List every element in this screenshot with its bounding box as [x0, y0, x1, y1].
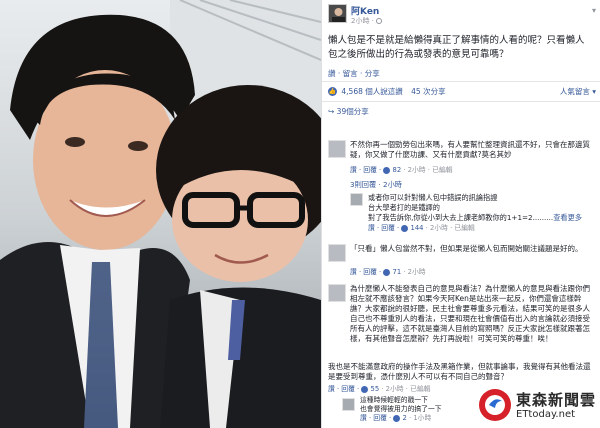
selfie-photo: [0, 0, 321, 428]
shares-count[interactable]: 45 次分享: [411, 87, 445, 96]
comment: 「只看」懶人包當然不對，但如果是從懶人包而開始關注議題是好的。 讚 · 回覆 ·…: [328, 244, 596, 280]
reply-actions[interactable]: 讚 · 回覆 ·: [368, 224, 401, 232]
reply-line: 對了我告訴你,你從小到大去上課老師教你的1+1=2.........查看更多: [368, 213, 594, 223]
watermark-name: 東森新聞雲: [516, 391, 597, 409]
commenter-avatar[interactable]: [328, 284, 346, 302]
view-replies[interactable]: 3則回覆 · 2小時: [350, 180, 402, 190]
actions-text[interactable]: 讚 · 留言 · 分享: [328, 69, 380, 78]
reply-meta: 讚 · 回覆 · 2 · 1小時: [360, 414, 478, 423]
like-icon: [401, 224, 409, 232]
comment-text: 不然你再一個勁勞包出來嗎，有人要幫忙整理資訊還不好，只會在那邊質疑，你又做了什麼…: [350, 140, 590, 159]
reply-avatar[interactable]: [350, 193, 363, 206]
comment-time: · 2小時 · 已編輯: [379, 385, 431, 393]
like-icon: [361, 385, 369, 393]
comment-actions[interactable]: 讚 · 回覆 ·: [350, 166, 383, 174]
reply-actions[interactable]: 讚 · 回覆 ·: [360, 414, 393, 422]
see-more-link[interactable]: 查看更多: [553, 213, 582, 222]
comment-time: · 2小時 · 已編輯: [401, 166, 453, 174]
reply-line-text: 對了我告訴你,你從小到大去上課老師教你的1+1=2.........: [368, 213, 554, 222]
shares-line-text[interactable]: 39個分享: [337, 107, 369, 116]
like-count: 144: [410, 224, 424, 232]
reply-meta: 讚 · 回覆 · 144 · 2小時 · 已編輯: [368, 223, 594, 233]
comment-meta: 讚 · 回覆 · 71 · 2小時: [350, 266, 426, 276]
reply-time: · 1小時: [406, 414, 432, 422]
comment-text: 我也是不能滿意政府的操作手法及黑箱作業，但就事論事，我覺得有其他看法還是要受到尊…: [328, 362, 591, 381]
like-icon: [383, 268, 391, 276]
comment-meta: 讚 · 回覆 · 55 · 2小時 · 已編輯: [328, 383, 430, 393]
reply-time: · 2小時 · 已編輯: [423, 224, 475, 232]
like-count: 82: [392, 166, 402, 174]
globe-icon: [375, 18, 382, 24]
reply-line: 或者你可以針對懶人包中錯誤的訊論指證: [368, 193, 498, 202]
divider: [322, 81, 600, 82]
facebook-post-panel: 阿Ken 2小時 · ▾ 懶人包是不是就是給懶得真正了解事情的人看的呢？只看懶人…: [321, 0, 600, 428]
top-comments-dropdown[interactable]: 人氣留言 ▾: [560, 86, 596, 97]
comment-time: · 2小時: [401, 268, 426, 276]
comment-actions[interactable]: 讚 · 回覆 ·: [328, 385, 361, 393]
comment-text: 「只看」懶人包當然不對，但如果是從懶人包而開始關注議題是好的。: [350, 244, 583, 253]
author-avatar[interactable]: [328, 4, 347, 23]
divider: [322, 101, 600, 102]
commenter-avatar[interactable]: [328, 244, 346, 262]
replies-label[interactable]: 3則回覆 · 2小時: [350, 180, 402, 189]
like-icon: [393, 414, 401, 422]
comment-meta: 讚 · 回覆 · 82 · 2小時 · 已編輯: [350, 164, 452, 174]
screenshot-root: 阿Ken 2小時 · ▾ 懶人包是不是就是給懶得真正了解事情的人看的呢？只看懶人…: [0, 0, 600, 428]
post-time: 2小時 ·: [351, 16, 382, 26]
comment: 為什麼懶人不能發表自己的意見與看法？為什麼懶人的意見與看法跟你們相左就不應該發言…: [328, 284, 596, 360]
like-count: 55: [370, 385, 380, 393]
likes-row: 👍 4,568 個人說這讚 45 次分享 人氣留言 ▾: [328, 86, 596, 98]
reply-comment: 這種時候輕輕的戳一下 也會覺得被用力的搞了一下 讚 · 回覆 · 2 · 1小時: [360, 396, 478, 423]
ettoday-logo-icon: [478, 388, 512, 422]
post-time-text: 2小時 ·: [351, 17, 374, 25]
post-actions[interactable]: 讚 · 留言 · 分享: [328, 68, 380, 79]
chevron-down-icon[interactable]: ▾: [592, 6, 596, 15]
comment-actions[interactable]: 讚 · 回覆 ·: [350, 268, 383, 276]
like-icon: [383, 166, 391, 174]
reply-line: 也會覺得被用力的搞了一下: [360, 405, 442, 413]
reply-avatar[interactable]: [342, 398, 355, 411]
likes-count[interactable]: 4,568 個人說這讚: [341, 87, 402, 96]
comment-text: 為什麼懶人不能發表自己的意見與看法？為什麼懶人的意見與看法跟你們相左就不應該發言…: [350, 284, 590, 343]
reply-line: 台大學者打的是鐵譯的: [368, 203, 440, 212]
reply-line: 這種時候輕輕的戳一下: [360, 396, 428, 404]
reply-comment: 或者你可以針對懶人包中錯誤的訊論指證 台大學者打的是鐵譯的 對了我告訴你,你從小…: [368, 193, 594, 233]
post-body: 懶人包是不是就是給懶得真正了解事情的人看的呢？只看懶人包之後所做出的行為或發表的…: [328, 35, 585, 60]
like-thumb-icon: 👍: [328, 87, 337, 96]
watermark-url: ETtoday.net: [516, 409, 576, 420]
share-icon: ↪: [328, 107, 337, 116]
shares-line[interactable]: ↪ 39個分享: [328, 106, 369, 117]
commenter-avatar[interactable]: [328, 140, 346, 158]
comment: 不然你再一個勁勞包出來嗎，有人要幫忙整理資訊還不好，只會在那邊質疑，你又做了什麼…: [328, 140, 596, 180]
post-header: 阿Ken 2小時 · ▾: [328, 4, 598, 28]
ettoday-watermark: 東森新聞雲 ETtoday.net: [476, 384, 600, 428]
like-count: 71: [392, 268, 402, 276]
